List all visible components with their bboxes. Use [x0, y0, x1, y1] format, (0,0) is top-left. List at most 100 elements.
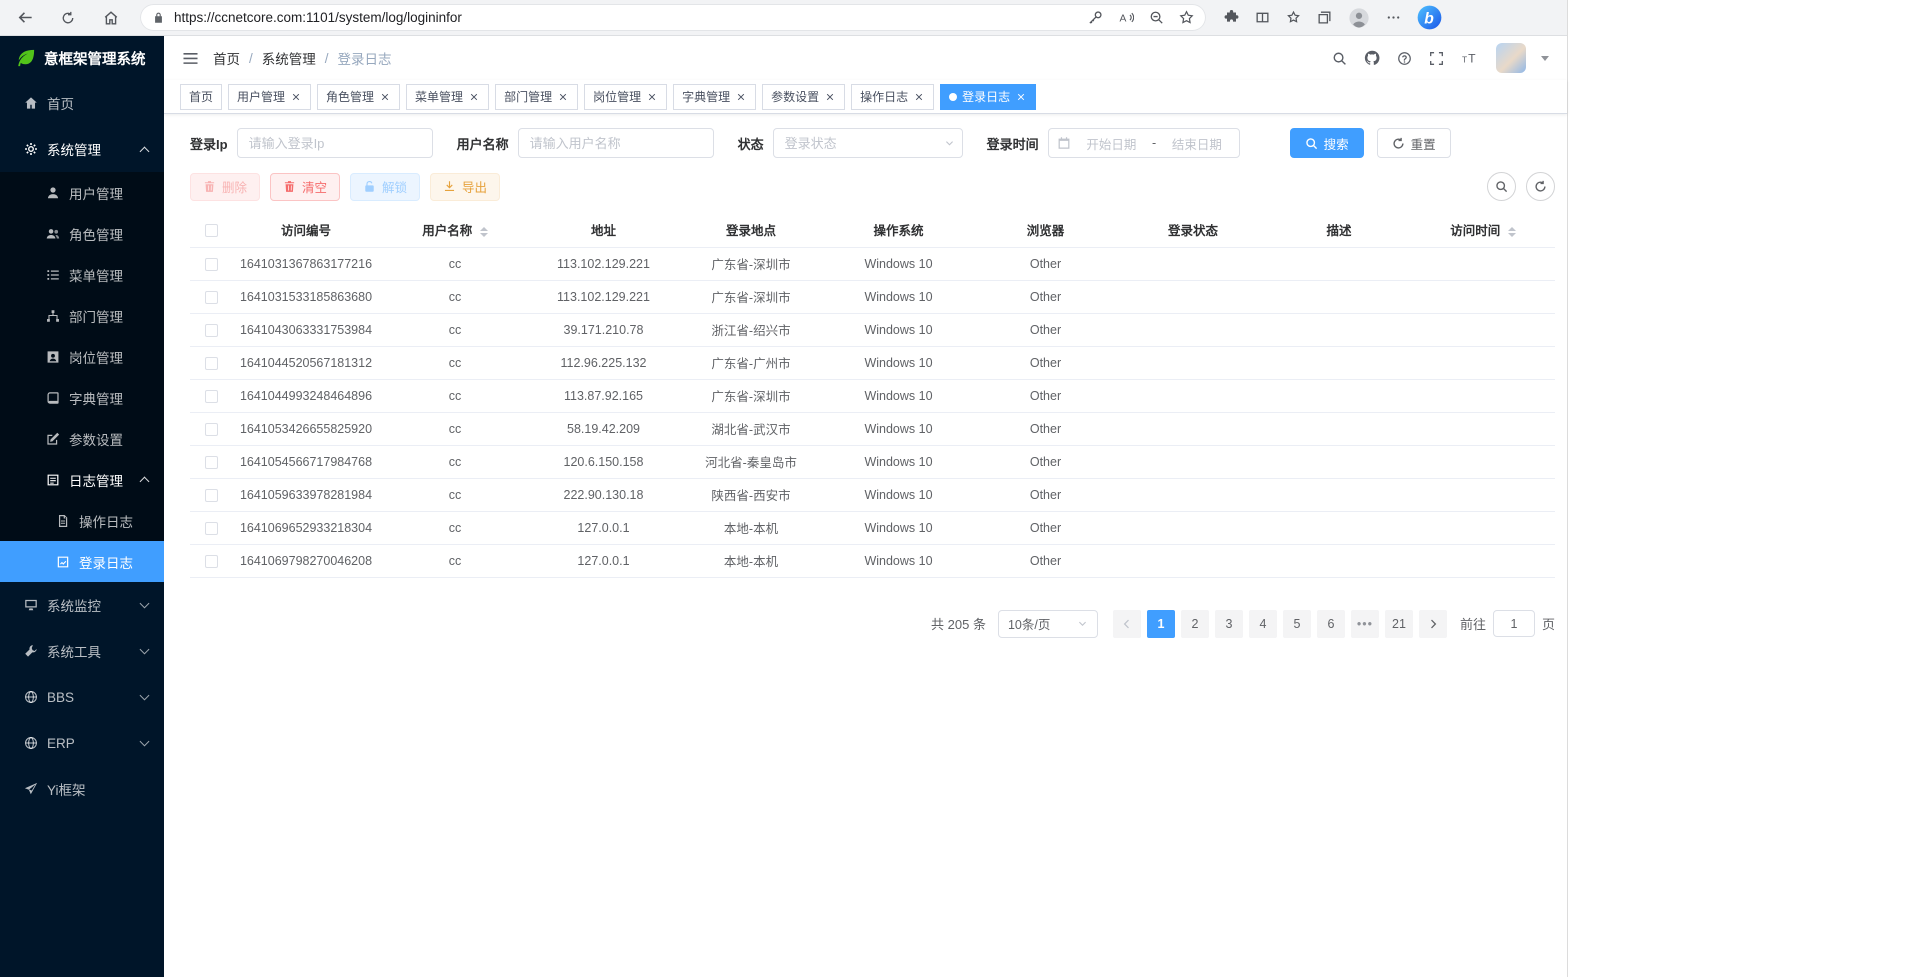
table-row[interactable]: 1641059633978281984 cc 222.90.130.18 陕西省…: [190, 478, 1555, 511]
row-checkbox[interactable]: [205, 489, 218, 502]
read-aloud-icon[interactable]: A: [1118, 10, 1134, 25]
site-info-icon[interactable]: [152, 11, 165, 24]
sidebar-item-login-log[interactable]: 登录日志: [0, 541, 164, 582]
status-select-input[interactable]: [773, 128, 963, 158]
user-avatar[interactable]: [1496, 43, 1526, 73]
delete-button[interactable]: 删除: [190, 173, 260, 201]
table-row[interactable]: 1641044993248464896 cc 113.87.92.165 广东省…: [190, 379, 1555, 412]
column-header-user-name[interactable]: 用户名称: [380, 213, 530, 247]
breadcrumb-home[interactable]: 首页: [213, 48, 240, 68]
sidebar-item-role-management[interactable]: 角色管理: [0, 213, 164, 254]
tab-login-log[interactable]: 登录日志: [940, 84, 1036, 110]
page-button-3[interactable]: 3: [1215, 610, 1243, 638]
page-button-5[interactable]: 5: [1283, 610, 1311, 638]
tab-post-management[interactable]: 岗位管理: [584, 84, 667, 110]
browser-refresh-button[interactable]: [53, 4, 83, 32]
browser-back-button[interactable]: [10, 4, 40, 32]
export-button[interactable]: 导出: [430, 173, 500, 201]
tab-home[interactable]: 首页: [180, 84, 222, 110]
page-button-more[interactable]: •••: [1351, 610, 1379, 638]
tab-close-icon[interactable]: [913, 91, 925, 103]
sidebar-item-yi-framework[interactable]: Yi框架: [0, 766, 164, 812]
table-row[interactable]: 1641031533185863680 cc 113.102.129.221 广…: [190, 280, 1555, 313]
browser-settings-ellipsis-icon[interactable]: [1386, 10, 1401, 25]
end-date-placeholder[interactable]: 结束日期: [1163, 134, 1230, 153]
row-checkbox[interactable]: [205, 423, 218, 436]
breadcrumb-system-management[interactable]: 系统管理: [262, 48, 316, 68]
row-checkbox[interactable]: [205, 258, 218, 271]
row-checkbox[interactable]: [205, 390, 218, 403]
unlock-button[interactable]: 解锁: [350, 173, 420, 201]
table-row[interactable]: 1641043063331753984 cc 39.171.210.78 浙江省…: [190, 313, 1555, 346]
search-button[interactable]: 搜索: [1290, 128, 1364, 158]
help-question-icon[interactable]: [1395, 49, 1414, 68]
sidebar-item-home[interactable]: 首页: [0, 80, 164, 126]
user-name-input[interactable]: [518, 128, 714, 158]
tab-param-settings[interactable]: 参数设置: [762, 84, 845, 110]
tab-close-icon[interactable]: [468, 91, 480, 103]
tab-dict-management[interactable]: 字典管理: [673, 84, 756, 110]
tab-close-icon[interactable]: [379, 91, 391, 103]
font-size-icon[interactable]: TT: [1459, 49, 1479, 68]
row-checkbox[interactable]: [205, 555, 218, 568]
tab-dept-management[interactable]: 部门管理: [495, 84, 578, 110]
page-button-21[interactable]: 21: [1385, 610, 1413, 638]
next-page-button[interactable]: [1419, 610, 1447, 638]
table-row[interactable]: 1641044520567181312 cc 112.96.225.132 广东…: [190, 346, 1555, 379]
sidebar-item-param-settings[interactable]: 参数设置: [0, 418, 164, 459]
sidebar-item-erp[interactable]: ERP: [0, 720, 164, 766]
sort-carets-icon[interactable]: [1508, 227, 1516, 237]
tab-operation-log[interactable]: 操作日志: [851, 84, 934, 110]
status-select[interactable]: [773, 128, 963, 158]
tab-user-management[interactable]: 用户管理: [228, 84, 311, 110]
favorites-bar-icon[interactable]: [1286, 10, 1301, 25]
sidebar-item-system-monitor[interactable]: 系统监控: [0, 582, 164, 628]
page-size-select[interactable]: 10条/页: [998, 610, 1098, 638]
page-button-4[interactable]: 4: [1249, 610, 1277, 638]
table-row[interactable]: 1641031367863177216 cc 113.102.129.221 广…: [190, 247, 1555, 280]
collections-icon[interactable]: [1317, 10, 1332, 25]
extensions-icon[interactable]: [1224, 10, 1239, 25]
sidebar-item-user-management[interactable]: 用户管理: [0, 172, 164, 213]
sidebar-item-dept-management[interactable]: 部门管理: [0, 295, 164, 336]
page-jump-input[interactable]: [1493, 610, 1535, 637]
page-button-2[interactable]: 2: [1181, 610, 1209, 638]
row-checkbox[interactable]: [205, 291, 218, 304]
sidebar-item-system-management[interactable]: 系统管理: [0, 126, 164, 172]
tab-close-icon[interactable]: [1015, 91, 1027, 103]
reset-button[interactable]: 重置: [1377, 128, 1451, 158]
start-date-placeholder[interactable]: 开始日期: [1078, 134, 1145, 153]
row-checkbox[interactable]: [205, 324, 218, 337]
password-key-icon[interactable]: [1088, 10, 1103, 25]
refresh-table-button[interactable]: [1526, 172, 1555, 201]
sidebar-item-menu-management[interactable]: 菜单管理: [0, 254, 164, 295]
tab-menu-management[interactable]: 菜单管理: [406, 84, 489, 110]
prev-page-button[interactable]: [1113, 610, 1141, 638]
split-screen-icon[interactable]: [1255, 10, 1270, 25]
zoom-out-icon[interactable]: [1149, 10, 1164, 25]
hide-search-button[interactable]: [1487, 172, 1516, 201]
fullscreen-icon[interactable]: [1427, 49, 1446, 68]
sidebar-item-dict-management[interactable]: 字典管理: [0, 377, 164, 418]
clear-button[interactable]: 清空: [270, 173, 340, 201]
page-button-6[interactable]: 6: [1317, 610, 1345, 638]
select-all-checkbox[interactable]: [205, 224, 218, 237]
bing-copilot-icon[interactable]: b: [1417, 5, 1442, 30]
tab-close-icon[interactable]: [646, 91, 658, 103]
row-checkbox[interactable]: [205, 456, 218, 469]
github-icon[interactable]: [1362, 48, 1382, 68]
sidebar-item-post-management[interactable]: 岗位管理: [0, 336, 164, 377]
tab-close-icon[interactable]: [735, 91, 747, 103]
browser-home-button[interactable]: [96, 4, 126, 32]
sidebar-toggle-button[interactable]: [182, 50, 199, 67]
login-time-range-picker[interactable]: 开始日期 - 结束日期: [1048, 128, 1240, 158]
tab-close-icon[interactable]: [557, 91, 569, 103]
url-text[interactable]: https://ccnetcore.com:1101/system/log/lo…: [174, 10, 1088, 25]
header-search-icon[interactable]: [1330, 49, 1349, 68]
page-button-1[interactable]: 1: [1147, 610, 1175, 638]
login-ip-input[interactable]: [237, 128, 433, 158]
sort-carets-icon[interactable]: [480, 227, 488, 237]
table-row[interactable]: 1641053426655825920 cc 58.19.42.209 湖北省-…: [190, 412, 1555, 445]
browser-profile-avatar[interactable]: [1348, 7, 1370, 29]
sidebar-item-log-management[interactable]: 日志管理: [0, 459, 164, 500]
